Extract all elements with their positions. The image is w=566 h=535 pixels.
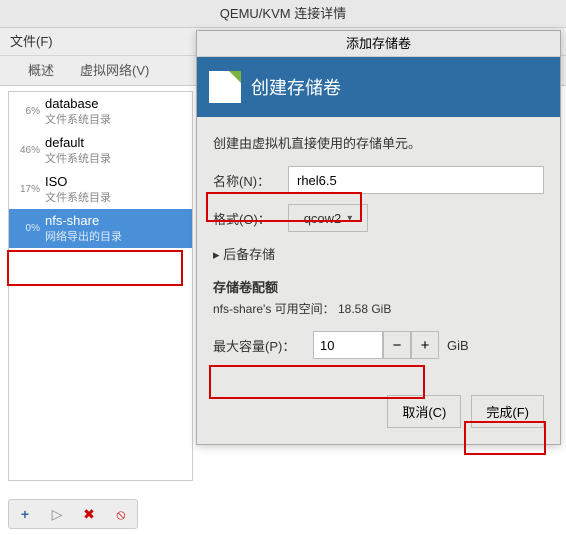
storage-item-iso[interactable]: 17% ISO 文件系统目录 [9, 170, 192, 209]
storage-item-nfs-share[interactable]: 0% nfs-share 网络导出的目录 [9, 209, 192, 248]
tab-virtual-network[interactable]: 虚拟网络(V) [67, 53, 162, 85]
cancel-button[interactable]: 取消(C) [387, 395, 461, 428]
storage-type: 网络导出的目录 [45, 228, 122, 244]
available-space: nfs-share's 可用空间： 18.58 GiB [213, 300, 544, 317]
storage-type: 文件系统目录 [45, 189, 111, 205]
storage-item-database[interactable]: 6% database 文件系统目录 [9, 92, 192, 131]
dialog-title: 添加存储卷 [197, 31, 560, 57]
usage-pct: 0% [15, 223, 40, 234]
storage-name: database [45, 96, 111, 111]
chevron-down-icon: ▾ [347, 213, 352, 224]
usage-pct: 6% [15, 106, 40, 117]
storage-name: nfs-share [45, 213, 122, 228]
max-capacity-label: 最大容量(P)： [213, 336, 313, 355]
capacity-unit: GiB [447, 338, 469, 353]
format-label: 格式(O)： [213, 209, 288, 228]
usage-pct: 46% [15, 145, 40, 156]
add-volume-dialog: 添加存储卷 创建存储卷 创建由虚拟机直接使用的存储单元。 名称(N)： 格式(O… [196, 30, 561, 445]
add-storage-button[interactable]: + [11, 502, 39, 526]
increase-button[interactable]: + [411, 331, 439, 359]
storage-list: 6% database 文件系统目录 46% default 文件系统目录 17… [8, 91, 193, 481]
storage-type: 文件系统目录 [45, 111, 111, 127]
delete-storage-button[interactable]: ✖ [75, 502, 103, 526]
backing-label: 后备存储 [223, 247, 275, 262]
storage-toolbar: + ▷ ✖ ⦸ [8, 499, 138, 529]
window-titlebar: QEMU/KVM 连接详情 [0, 0, 566, 28]
storage-name: default [45, 135, 111, 150]
usage-pct: 17% [15, 184, 40, 195]
storage-item-default[interactable]: 46% default 文件系统目录 [9, 131, 192, 170]
finish-button[interactable]: 完成(F) [471, 395, 544, 428]
dialog-description: 创建由虚拟机直接使用的存储单元。 [213, 133, 544, 152]
backing-storage-toggle[interactable]: ▸ 后备存储 [213, 244, 544, 263]
decrease-button[interactable]: − [383, 331, 411, 359]
storage-name: ISO [45, 174, 111, 189]
storage-type: 文件系统目录 [45, 150, 111, 166]
menu-file[interactable]: 文件(F) [10, 34, 53, 49]
format-select[interactable]: qcow2 ▾ [288, 204, 368, 232]
format-value: qcow2 [304, 211, 342, 226]
dialog-header: 创建存储卷 [197, 57, 560, 117]
start-storage-button[interactable]: ▷ [43, 502, 71, 526]
tab-overview[interactable]: 概述 [15, 53, 67, 85]
quota-title: 存储卷配额 [213, 277, 544, 296]
name-input[interactable] [288, 166, 544, 194]
dialog-header-text: 创建存储卷 [251, 74, 341, 100]
stop-storage-button[interactable]: ⦸ [107, 502, 135, 526]
chevron-right-icon: ▸ [213, 247, 220, 262]
max-capacity-input[interactable] [313, 331, 383, 359]
name-label: 名称(N)： [213, 171, 288, 190]
new-volume-icon [209, 71, 241, 103]
